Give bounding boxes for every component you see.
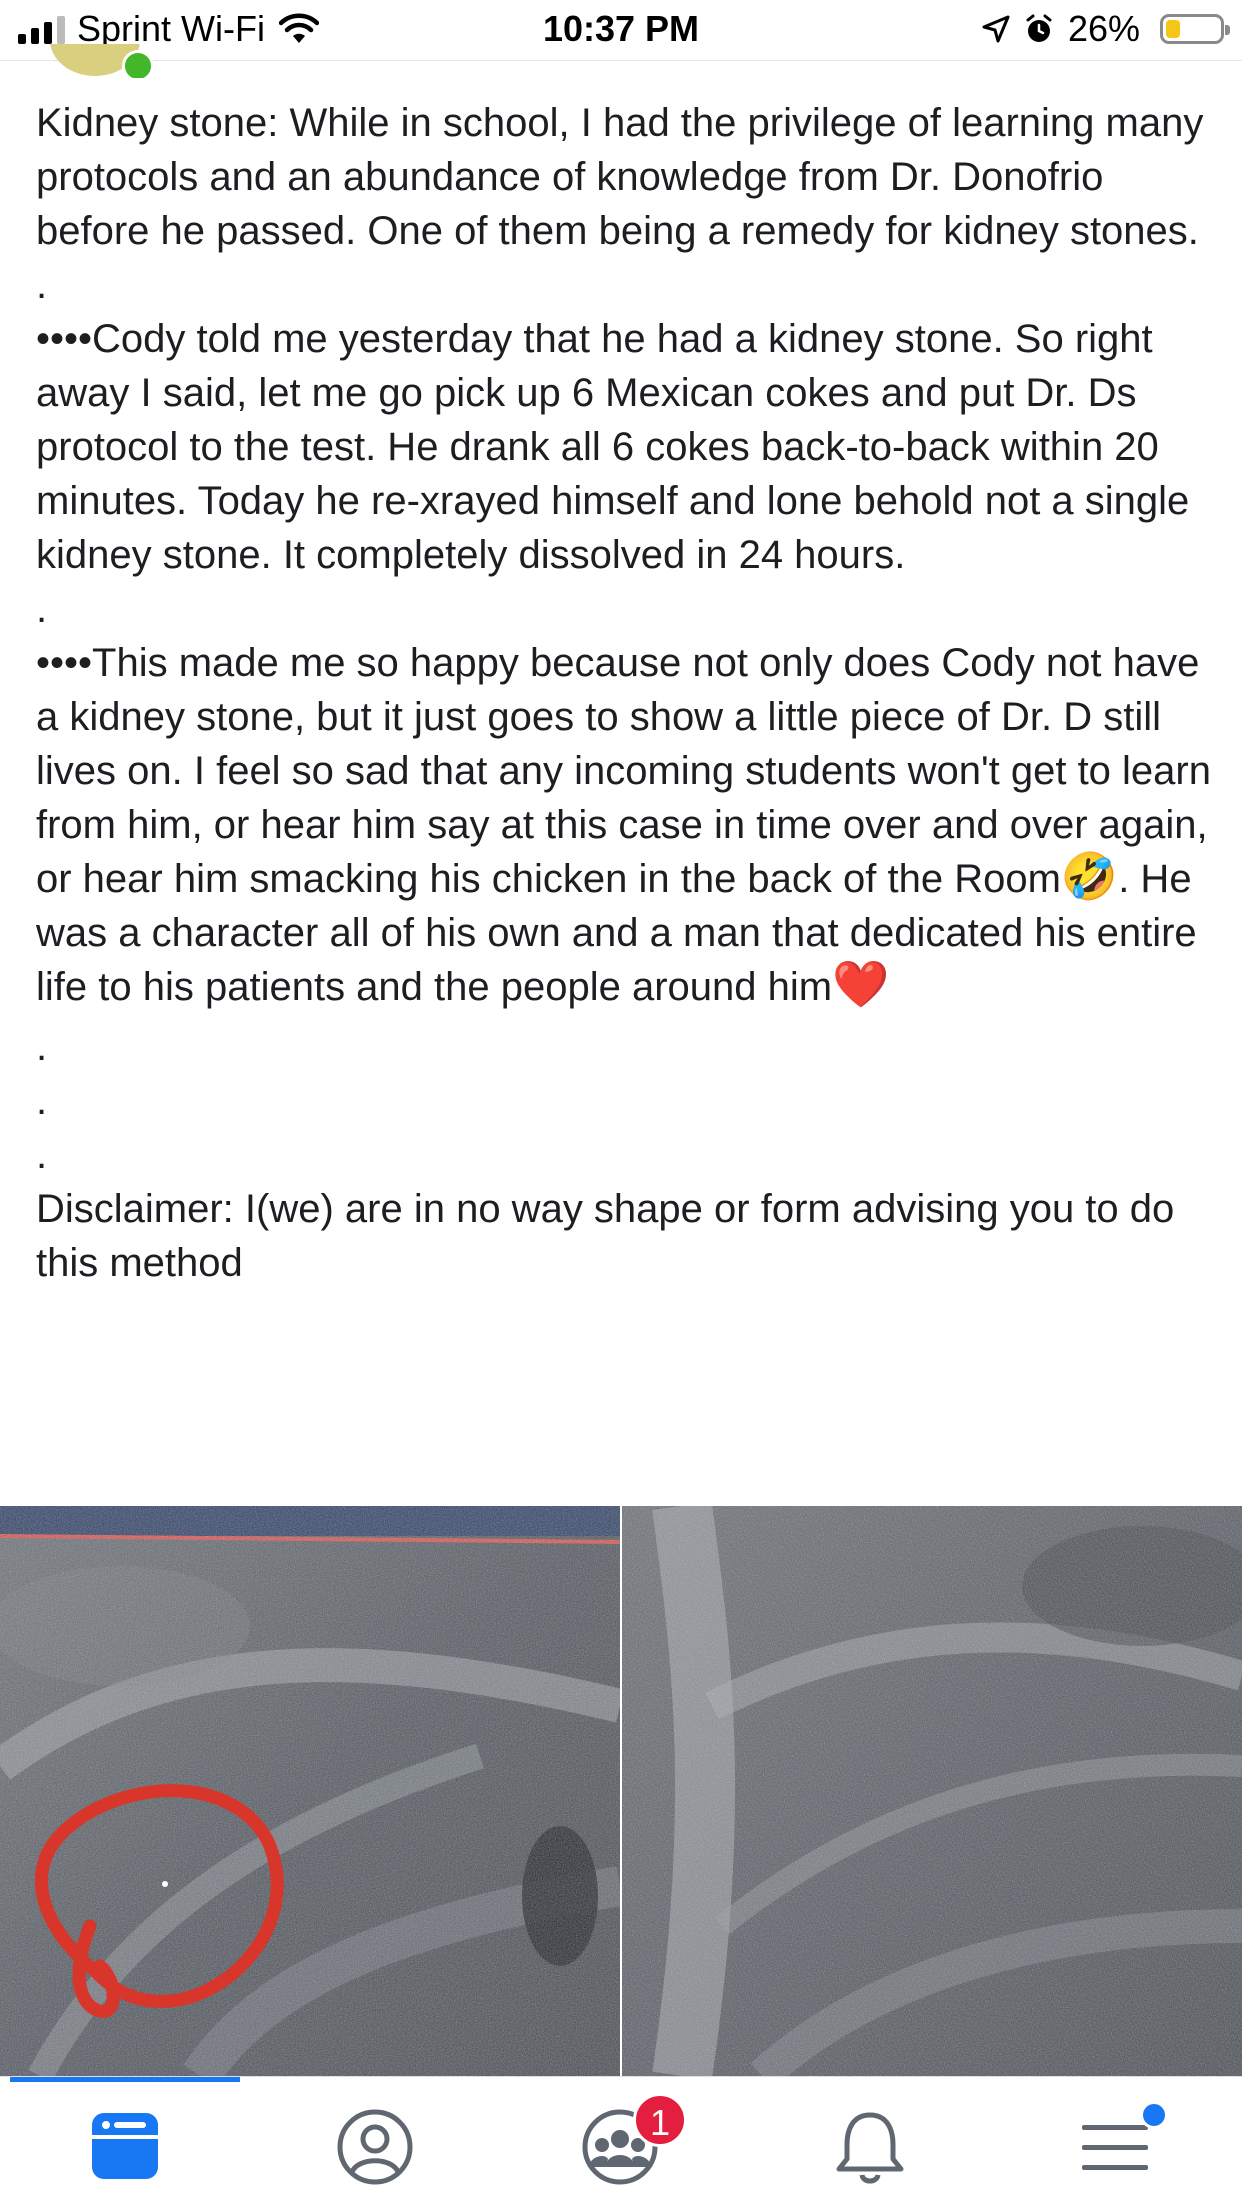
post-disclaimer: Disclaimer: I(we) are in no way shape or… — [36, 1187, 1175, 1285]
xray-before-photo[interactable] — [0, 1506, 620, 2076]
xray-after-image — [622, 1506, 1242, 2076]
online-status-icon — [122, 50, 154, 78]
tab-news-feed[interactable] — [80, 2107, 170, 2187]
profile-icon — [337, 2109, 413, 2185]
menu-notification-dot — [1140, 2101, 1168, 2129]
tab-profile[interactable] — [330, 2107, 420, 2187]
alarm-icon — [1026, 14, 1052, 42]
bell-icon — [836, 2112, 904, 2184]
red-heart-emoji-icon: ❤️ — [832, 957, 890, 1011]
post-dot-separator: . — [36, 1025, 48, 1069]
location-arrow-icon — [982, 15, 1010, 43]
news-feed-icon — [92, 2113, 158, 2179]
status-right: 26% — [982, 8, 1230, 50]
battery-percent: 26% — [1067, 8, 1140, 49]
avatar[interactable] — [50, 44, 160, 78]
tab-groups[interactable]: 1 — [575, 2093, 687, 2187]
post-dot-separator: . — [36, 1133, 48, 1177]
post-dot-separator: . — [36, 1079, 48, 1123]
post-paragraph: ••••Cody told me yesterday that he had a… — [36, 317, 1190, 577]
post-photo-grid — [0, 1506, 1242, 2076]
xray-after-photo[interactable] — [620, 1506, 1242, 2076]
active-tab-indicator — [10, 2077, 240, 2082]
post-paragraph: Kidney stone: While in school, I had the… — [36, 101, 1204, 253]
tab-notifications[interactable] — [825, 2107, 915, 2187]
battery-fill — [1166, 20, 1180, 38]
battery-icon — [1160, 14, 1230, 44]
post-dot-separator: . — [36, 587, 48, 631]
post-paragraph: ••••This made me so happy because not on… — [36, 636, 1216, 1014]
rolling-laughing-emoji-icon: 🤣 — [1060, 849, 1119, 903]
xray-before-image — [0, 1506, 620, 2076]
post-text-segment: ••••This made me so happy because not on… — [36, 641, 1211, 901]
post-dot-separator: . — [36, 263, 48, 307]
groups-notification-badge: 1 — [633, 2093, 687, 2147]
tab-menu[interactable] — [1070, 2101, 1168, 2187]
bottom-tab-bar: 1 — [0, 2076, 1242, 2209]
post-body: Kidney stone: While in school, I had the… — [36, 96, 1216, 1290]
status-bar: Sprint Wi-Fi 10:37 PM 26% — [0, 0, 1242, 61]
